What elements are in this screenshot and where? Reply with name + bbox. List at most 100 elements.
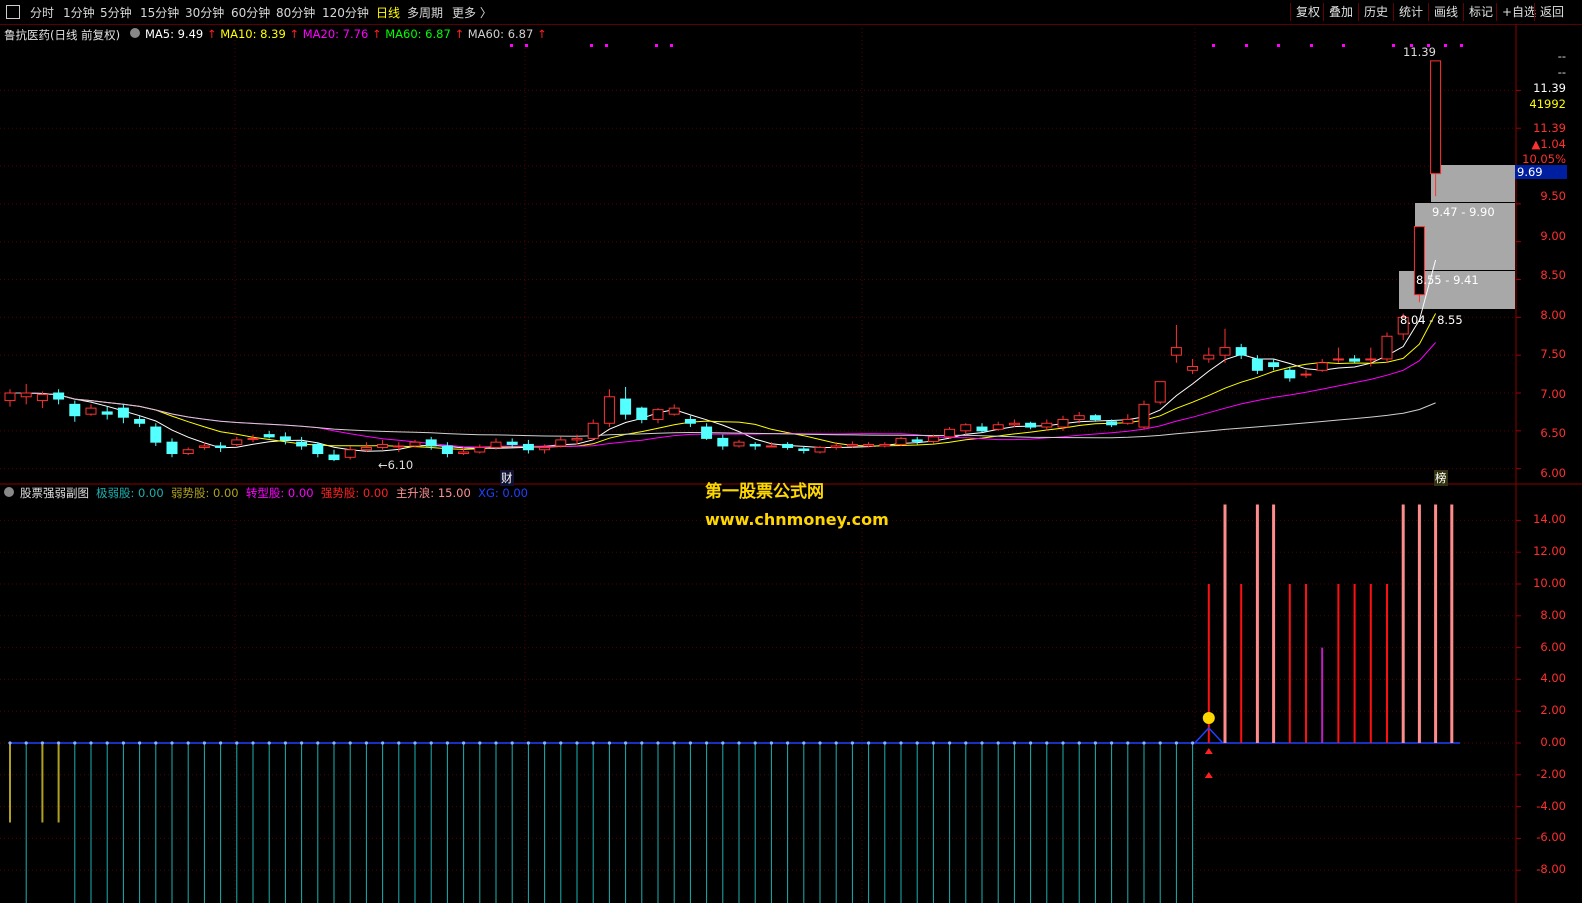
ma20-label: MA20: 7.76	[302, 27, 369, 41]
rank-marker[interactable]: 榜	[1434, 470, 1448, 486]
candle-body	[749, 443, 761, 447]
watermark-title: 第一股票公式网	[705, 482, 824, 502]
candle-body	[1430, 60, 1442, 175]
zero-dot	[672, 741, 676, 745]
chip-block	[1431, 165, 1515, 202]
ind-weak: 弱势股: 0.00	[170, 486, 239, 500]
zero-dot	[656, 741, 660, 745]
zero-dot	[397, 741, 401, 745]
candle-body	[1106, 421, 1118, 426]
collapse-icon[interactable]	[130, 28, 140, 38]
marker-dot	[1277, 44, 1280, 47]
zero-dot	[1012, 741, 1017, 745]
marker-dot	[655, 44, 658, 47]
candle-body	[1154, 381, 1166, 403]
kline-chart[interactable]	[0, 0, 1582, 903]
ma5-label: MA5: 9.49	[145, 27, 204, 41]
candle-body	[85, 407, 97, 415]
candle-body	[765, 445, 777, 448]
candle-body	[555, 439, 567, 447]
candle-body	[198, 445, 210, 448]
candle-body	[1251, 358, 1263, 371]
candle-body	[539, 446, 551, 451]
zero-dot	[154, 741, 158, 745]
candle-body	[1268, 362, 1280, 368]
zero-dot	[494, 741, 498, 745]
zero-dot	[802, 741, 806, 745]
ma-line-10	[10, 313, 1437, 450]
candle-body	[441, 445, 453, 455]
sub-axis-label: -8.00	[1536, 862, 1566, 877]
candle-body	[684, 418, 696, 424]
zero-dot	[1142, 741, 1146, 745]
candle-body	[182, 449, 194, 455]
price-axis-label: 6.50	[1540, 426, 1566, 440]
candle-body	[1089, 415, 1101, 420]
zero-dot	[948, 741, 952, 745]
marker-dot	[525, 44, 528, 47]
candle-body	[911, 439, 923, 442]
zero-dot	[737, 741, 741, 745]
candle-body	[36, 394, 48, 402]
marker-dot	[1310, 44, 1313, 47]
candle-body	[1008, 422, 1020, 426]
zero-dot	[607, 741, 612, 745]
marker-dot	[1342, 44, 1345, 47]
zero-dot	[300, 741, 304, 745]
candle-body	[1219, 347, 1231, 356]
candle-body	[4, 392, 16, 402]
candle-body	[636, 407, 648, 420]
candle-body	[620, 398, 632, 415]
candle-body	[360, 446, 372, 451]
price-axis-label: 7.00	[1540, 387, 1566, 401]
candle-body	[69, 403, 81, 417]
collapse-icon[interactable]	[4, 487, 14, 497]
marker-dot	[1392, 44, 1395, 47]
info-dash: --	[1557, 65, 1566, 79]
candle-body	[166, 441, 178, 455]
sub-legend: 极弱股: 0.00 弱势股: 0.00 转型股: 0.00 强势股: 0.00 …	[96, 485, 528, 501]
zero-dot	[89, 741, 93, 745]
zero-dot	[462, 741, 466, 745]
info-price: 11.39	[1533, 81, 1566, 95]
candle-body	[134, 418, 146, 424]
zero-dot	[883, 741, 887, 745]
zero-dot	[850, 741, 855, 745]
candle-body	[522, 443, 534, 451]
zero-dot	[688, 741, 693, 745]
candle-body	[814, 446, 826, 453]
candle-body	[895, 437, 907, 445]
zero-dot	[73, 741, 77, 745]
candle-body	[20, 392, 32, 398]
chip-range-label: 9.47 - 9.90	[1432, 205, 1495, 219]
sub-axis-label: -4.00	[1536, 798, 1566, 813]
sub-axis-label: 0.00	[1540, 735, 1566, 749]
candle-body	[798, 448, 810, 451]
stock-title: 鲁抗医药(日线 前复权)	[4, 28, 121, 42]
candles	[4, 60, 1442, 462]
marker-dot	[1444, 44, 1447, 47]
zero-dot	[867, 741, 871, 745]
candle-body	[215, 445, 227, 448]
candle-body	[1332, 358, 1344, 361]
candle-body	[490, 441, 502, 448]
watermark-url: www.chnmoney.com	[705, 510, 889, 529]
marker-dot	[510, 44, 513, 47]
info-price2: 11.39	[1533, 121, 1566, 135]
candle-body	[976, 426, 988, 432]
candle-body	[474, 446, 486, 453]
info-volume: 41992	[1529, 97, 1566, 111]
zero-dot	[138, 741, 142, 745]
candle-body	[1187, 366, 1199, 371]
zero-dot	[170, 741, 174, 745]
up-arrow-icon	[1204, 772, 1213, 778]
candle-body	[377, 443, 389, 448]
candle-body	[1316, 362, 1328, 371]
candle-body	[53, 392, 65, 400]
zero-dot	[526, 741, 531, 745]
price-axis-label: 6.00	[1540, 466, 1566, 480]
finance-marker[interactable]: 财	[500, 470, 514, 486]
high-price-annotation: 11.39	[1403, 45, 1436, 59]
zero-dot	[1174, 741, 1178, 745]
price-axis-label: 8.50	[1540, 268, 1566, 282]
